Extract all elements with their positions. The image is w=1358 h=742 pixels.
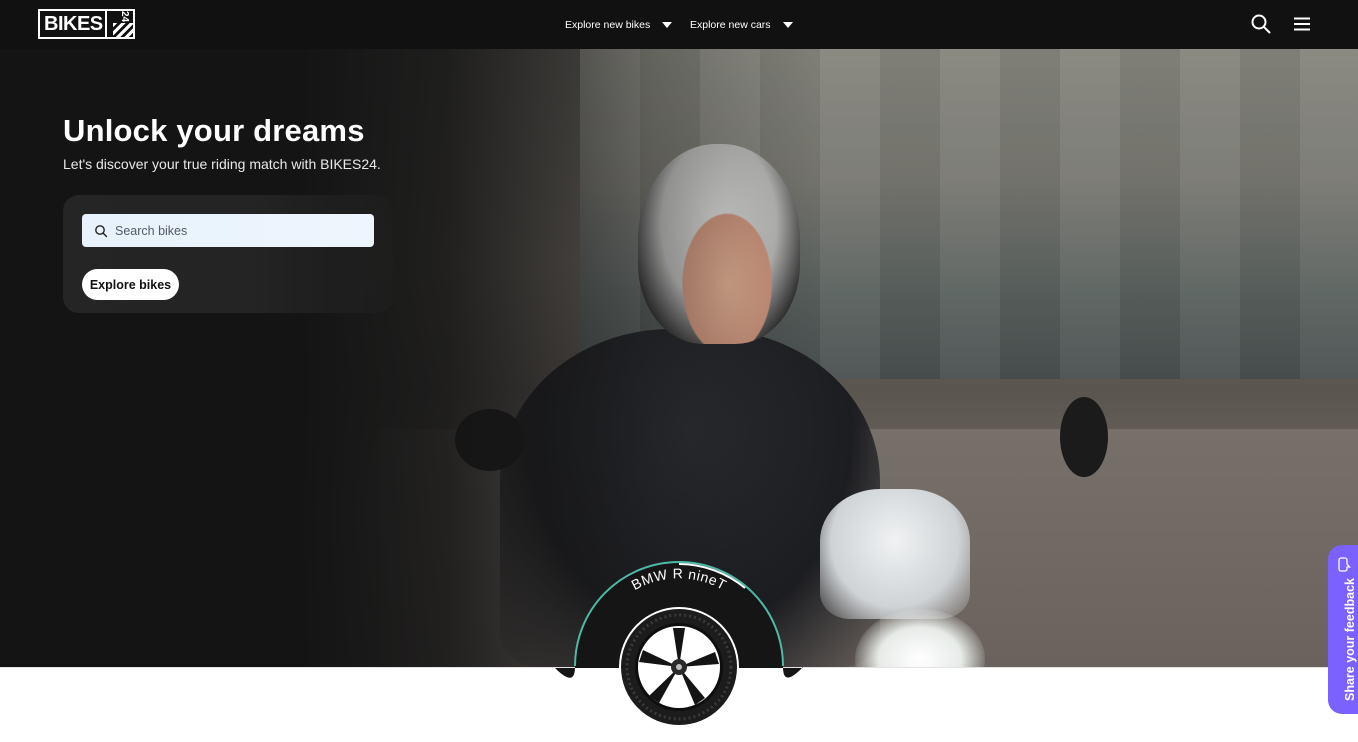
share-feedback-label: Share your feedback — [1343, 578, 1357, 701]
menu-button[interactable] — [1291, 13, 1313, 35]
hero-subtitle: Let's discover your true riding match wi… — [63, 156, 381, 172]
nav-explore-new-bikes[interactable]: Explore new bikes — [565, 0, 673, 49]
logo-badge: 24 — [104, 9, 135, 39]
logo-number: 24 — [118, 11, 130, 23]
bikes24-logo[interactable]: BIKES 24 — [38, 9, 135, 39]
search-button[interactable] — [1250, 13, 1272, 35]
hero-title: Unlock your dreams — [63, 113, 365, 148]
caret-down-icon — [782, 21, 793, 28]
search-input[interactable]: Search bikes — [82, 214, 374, 247]
featured-bike-badge[interactable]: BMW R nineT — [555, 558, 803, 742]
search-placeholder: Search bikes — [115, 223, 188, 238]
nav-explore-new-bikes-label: Explore new bikes — [565, 18, 651, 31]
nav-explore-new-cars[interactable]: Explore new cars — [690, 0, 793, 49]
top-navigation-bar: BIKES 24 Explore new bikes Explore new c… — [0, 0, 1358, 49]
caret-down-icon — [662, 21, 673, 28]
explore-bikes-button[interactable]: Explore bikes — [82, 269, 179, 300]
logo-wordmark: BIKES — [38, 9, 105, 39]
menu-icon — [1294, 17, 1310, 31]
search-icon — [1251, 14, 1271, 34]
search-icon — [95, 224, 108, 237]
chat-feedback-icon — [1338, 557, 1351, 572]
nav-explore-new-cars-label: Explore new cars — [690, 18, 771, 31]
wheel-icon — [619, 607, 739, 727]
logo-stripes — [112, 23, 133, 37]
share-feedback-tab[interactable]: Share your feedback — [1328, 545, 1358, 714]
